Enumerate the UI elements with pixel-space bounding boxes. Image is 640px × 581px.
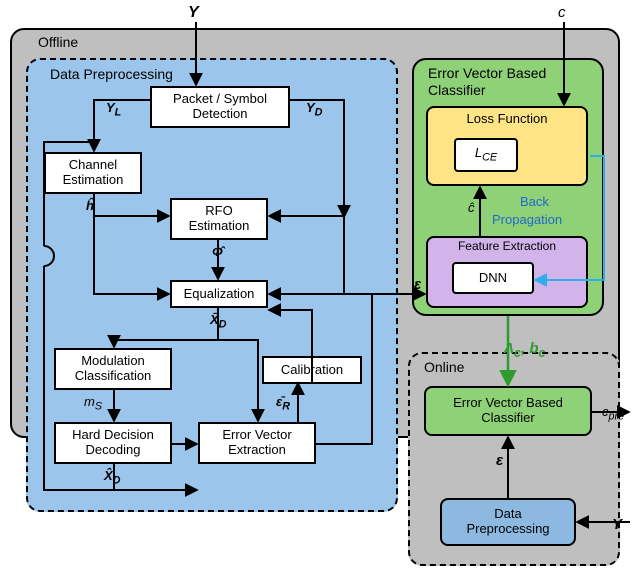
xhat-d-label: X̂D <box>104 468 121 487</box>
back-prop-l1: Back <box>520 194 549 209</box>
c-top-label: c <box>558 4 566 21</box>
yd-label: YD <box>306 100 323 119</box>
packet-symbol-block: Packet / Symbol Detection <box>150 86 290 128</box>
online-classifier-label: Error Vector Based Classifier <box>453 396 563 426</box>
calibration-block: Calibration <box>262 356 362 384</box>
online-preproc-label: Data Preprocessing <box>466 507 549 537</box>
loss-function-label: Loss Function <box>467 112 548 127</box>
xbar-d-label: X̄D <box>210 312 227 331</box>
lambda-bc-label: Λc, bc <box>504 340 545 360</box>
hard-decision-label: Hard Decision Decoding <box>72 428 154 458</box>
packet-symbol-label: Packet / Symbol Detection <box>173 92 267 122</box>
feature-extraction-label: Feature Extraction <box>458 240 556 254</box>
lce-sub: CE <box>482 152 497 164</box>
channel-est-label: Channel Estimation <box>63 158 124 188</box>
eps-label: ε <box>414 276 421 293</box>
rfo-est-label: RFO Estimation <box>189 204 250 234</box>
yl-label: YL <box>106 100 121 119</box>
offline-label: Offline <box>38 34 78 50</box>
lce-block: LCE <box>454 138 518 172</box>
equalization-block: Equalization <box>170 280 268 308</box>
dnn-block: DNN <box>452 262 534 294</box>
classifier-title-l1: Error Vector Based <box>428 65 546 81</box>
equalization-label: Equalization <box>184 287 255 302</box>
online-label: Online <box>424 359 464 375</box>
y-top-label: Y <box>188 4 199 22</box>
h-hat-label: ĥ <box>86 198 94 213</box>
dnn-label: DNN <box>479 271 507 286</box>
c-hat-label: ĉ <box>468 200 475 215</box>
lce-label: L <box>475 145 482 160</box>
error-vec-ext-block: Error Vector Extraction <box>198 422 316 464</box>
eps-r-label: ε̄R <box>276 394 290 413</box>
classifier-title-l2: Classifier <box>428 82 486 98</box>
data-preprocessing-title: Data Preprocessing <box>50 66 173 82</box>
phi-hat-label: Φ̂ <box>212 244 223 259</box>
y-bottom-label: Y <box>612 516 622 533</box>
ms-label: mS <box>84 394 102 413</box>
channel-est-block: Channel Estimation <box>44 152 142 194</box>
eps-online-label: ε <box>496 452 503 469</box>
error-vec-ext-label: Error Vector Extraction <box>222 428 291 458</box>
online-classifier-block: Error Vector Based Classifier <box>424 386 592 436</box>
c-pre-label: cpre <box>602 404 624 423</box>
online-preproc-block: Data Preprocessing <box>440 498 576 546</box>
mod-class-label: Modulation Classification <box>75 354 152 384</box>
calibration-label: Calibration <box>281 363 343 378</box>
hard-decision-block: Hard Decision Decoding <box>54 422 172 464</box>
rfo-est-block: RFO Estimation <box>170 198 268 240</box>
mod-class-block: Modulation Classification <box>54 348 172 390</box>
back-prop-l2: Propagation <box>492 212 562 227</box>
